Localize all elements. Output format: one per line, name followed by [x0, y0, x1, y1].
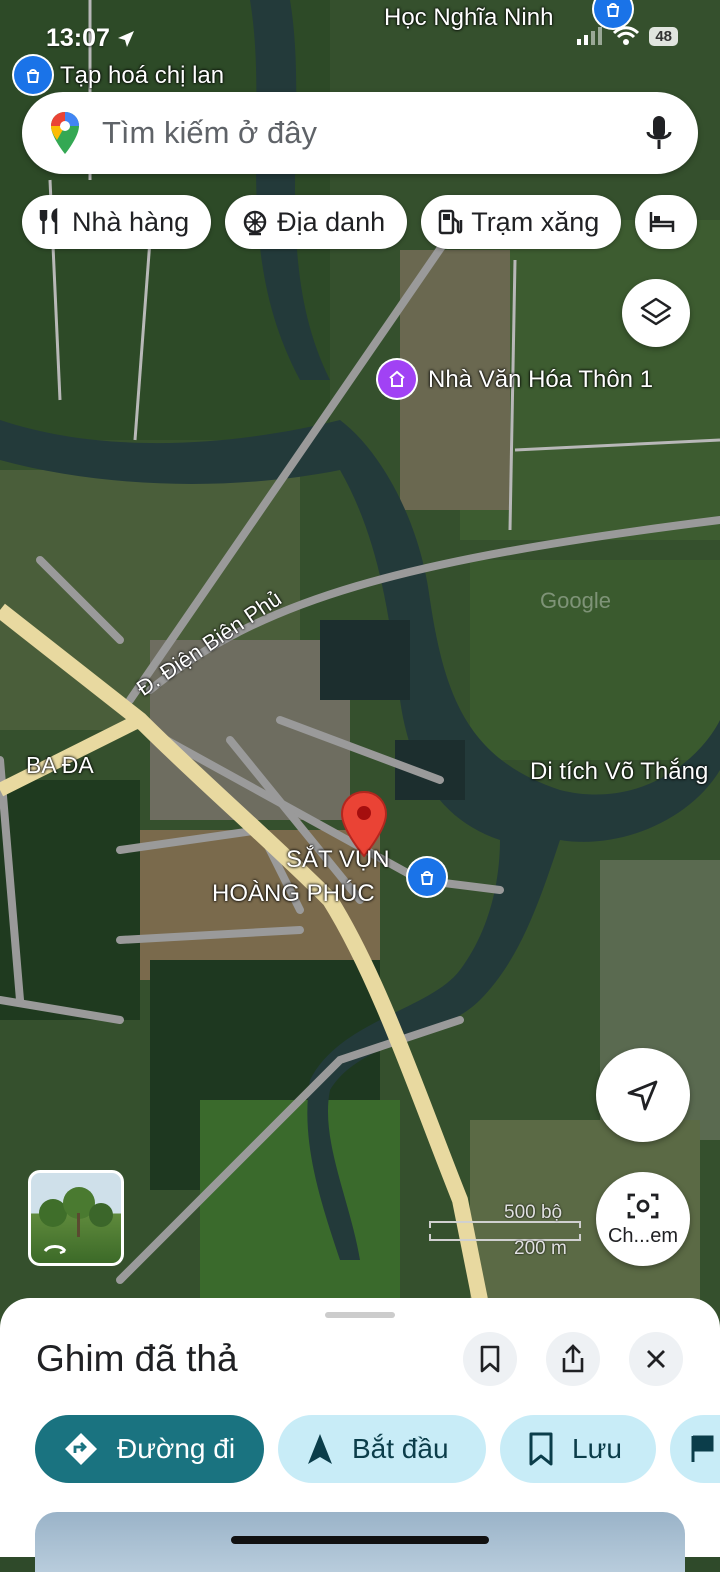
place-label-nha-van-hoa[interactable]: Nhà Văn Hóa Thôn 1	[428, 366, 653, 394]
save-icon-button[interactable]	[463, 1332, 517, 1386]
shop-poi-icon[interactable]	[408, 858, 446, 896]
bookmark-icon	[480, 1345, 500, 1373]
navigation-start-icon	[308, 1434, 332, 1464]
shop-poi-icon[interactable]	[14, 56, 52, 94]
search-bar[interactable]: Tìm kiếm ở đây	[22, 92, 698, 174]
chip-gas-stations[interactable]: Trạm xăng	[421, 195, 622, 249]
street-view-thumbnail[interactable]	[28, 1170, 124, 1266]
start-button[interactable]: Bắt đầu	[278, 1415, 486, 1483]
culture-house-poi-icon[interactable]	[378, 360, 416, 398]
place-label-di-tich[interactable]: Di tích Võ Thắng	[530, 758, 708, 786]
google-maps-pin-icon	[51, 112, 79, 154]
location-arrow-icon	[117, 30, 134, 47]
status-time: 13:07	[46, 24, 136, 53]
directions-icon	[65, 1433, 97, 1465]
status-indicators: 48	[577, 26, 678, 46]
chip-label: Nhà hàng	[72, 206, 190, 237]
map-watermark: Google	[540, 588, 611, 613]
search-input[interactable]: Tìm kiếm ở đây	[102, 115, 646, 151]
my-location-button[interactable]	[596, 1048, 690, 1142]
category-chips: Nhà hàng Địa danh Trạm xăng	[22, 195, 698, 249]
place-label-sat-vun-2[interactable]: HOÀNG PHÚC	[212, 880, 375, 908]
scale-imperial: 500 bộ	[504, 1202, 563, 1223]
chip-label: Địa danh	[277, 206, 386, 237]
directions-button[interactable]: Đường đi	[35, 1415, 264, 1483]
place-label-sat-vun-1[interactable]: SẮT VỤN	[286, 846, 390, 874]
navigation-arrow-icon	[627, 1080, 658, 1111]
more-actions-button[interactable]	[670, 1415, 720, 1483]
save-button[interactable]: Lưu	[500, 1415, 656, 1483]
flag-icon	[691, 1435, 714, 1462]
wifi-icon	[613, 26, 640, 45]
restaurant-icon	[39, 208, 58, 234]
close-icon	[647, 1350, 665, 1368]
directions-label: Đường đi	[117, 1433, 236, 1464]
camera-lens-icon	[627, 1193, 659, 1218]
place-label-tap-hoa[interactable]: Tạp hoá chị lan	[60, 62, 224, 90]
microphone-icon[interactable]	[646, 114, 672, 152]
close-button[interactable]	[629, 1332, 683, 1386]
bookmark-icon	[529, 1432, 553, 1466]
chip-landmarks[interactable]: Địa danh	[225, 195, 408, 249]
tree-image-icon	[39, 1187, 113, 1255]
landmark-icon	[243, 210, 267, 236]
place-label-ba-da[interactable]: BA ĐA	[26, 752, 94, 779]
chip-label: Trạm xăng	[471, 206, 600, 237]
sheet-title: Ghim đã thả	[36, 1338, 238, 1379]
chip-restaurants[interactable]: Nhà hàng	[22, 195, 212, 249]
signal-icon	[577, 27, 603, 45]
scale-metric: 200 m	[514, 1238, 567, 1259]
place-bottom-sheet[interactable]: Ghim đã thả Đường đi Bắt đầu Lưu	[0, 1298, 720, 1572]
hotel-icon	[650, 212, 675, 232]
gas-station-icon	[438, 209, 463, 235]
share-icon	[562, 1344, 584, 1373]
place-label-hoc-nghia-ninh[interactable]: Học Nghĩa Ninh	[384, 4, 553, 32]
drag-handle[interactable]	[325, 1312, 395, 1318]
share-button[interactable]	[546, 1332, 600, 1386]
battery-indicator: 48	[649, 26, 678, 46]
chip-more[interactable]	[635, 195, 698, 249]
start-label: Bắt đầu	[352, 1433, 449, 1464]
lens-label: Ch...em	[607, 1224, 679, 1247]
lens-button[interactable]: Ch...em	[596, 1172, 690, 1266]
layers-button[interactable]	[622, 279, 690, 347]
save-label: Lưu	[572, 1433, 622, 1464]
home-indicator	[231, 1536, 489, 1544]
layers-icon	[640, 297, 672, 326]
